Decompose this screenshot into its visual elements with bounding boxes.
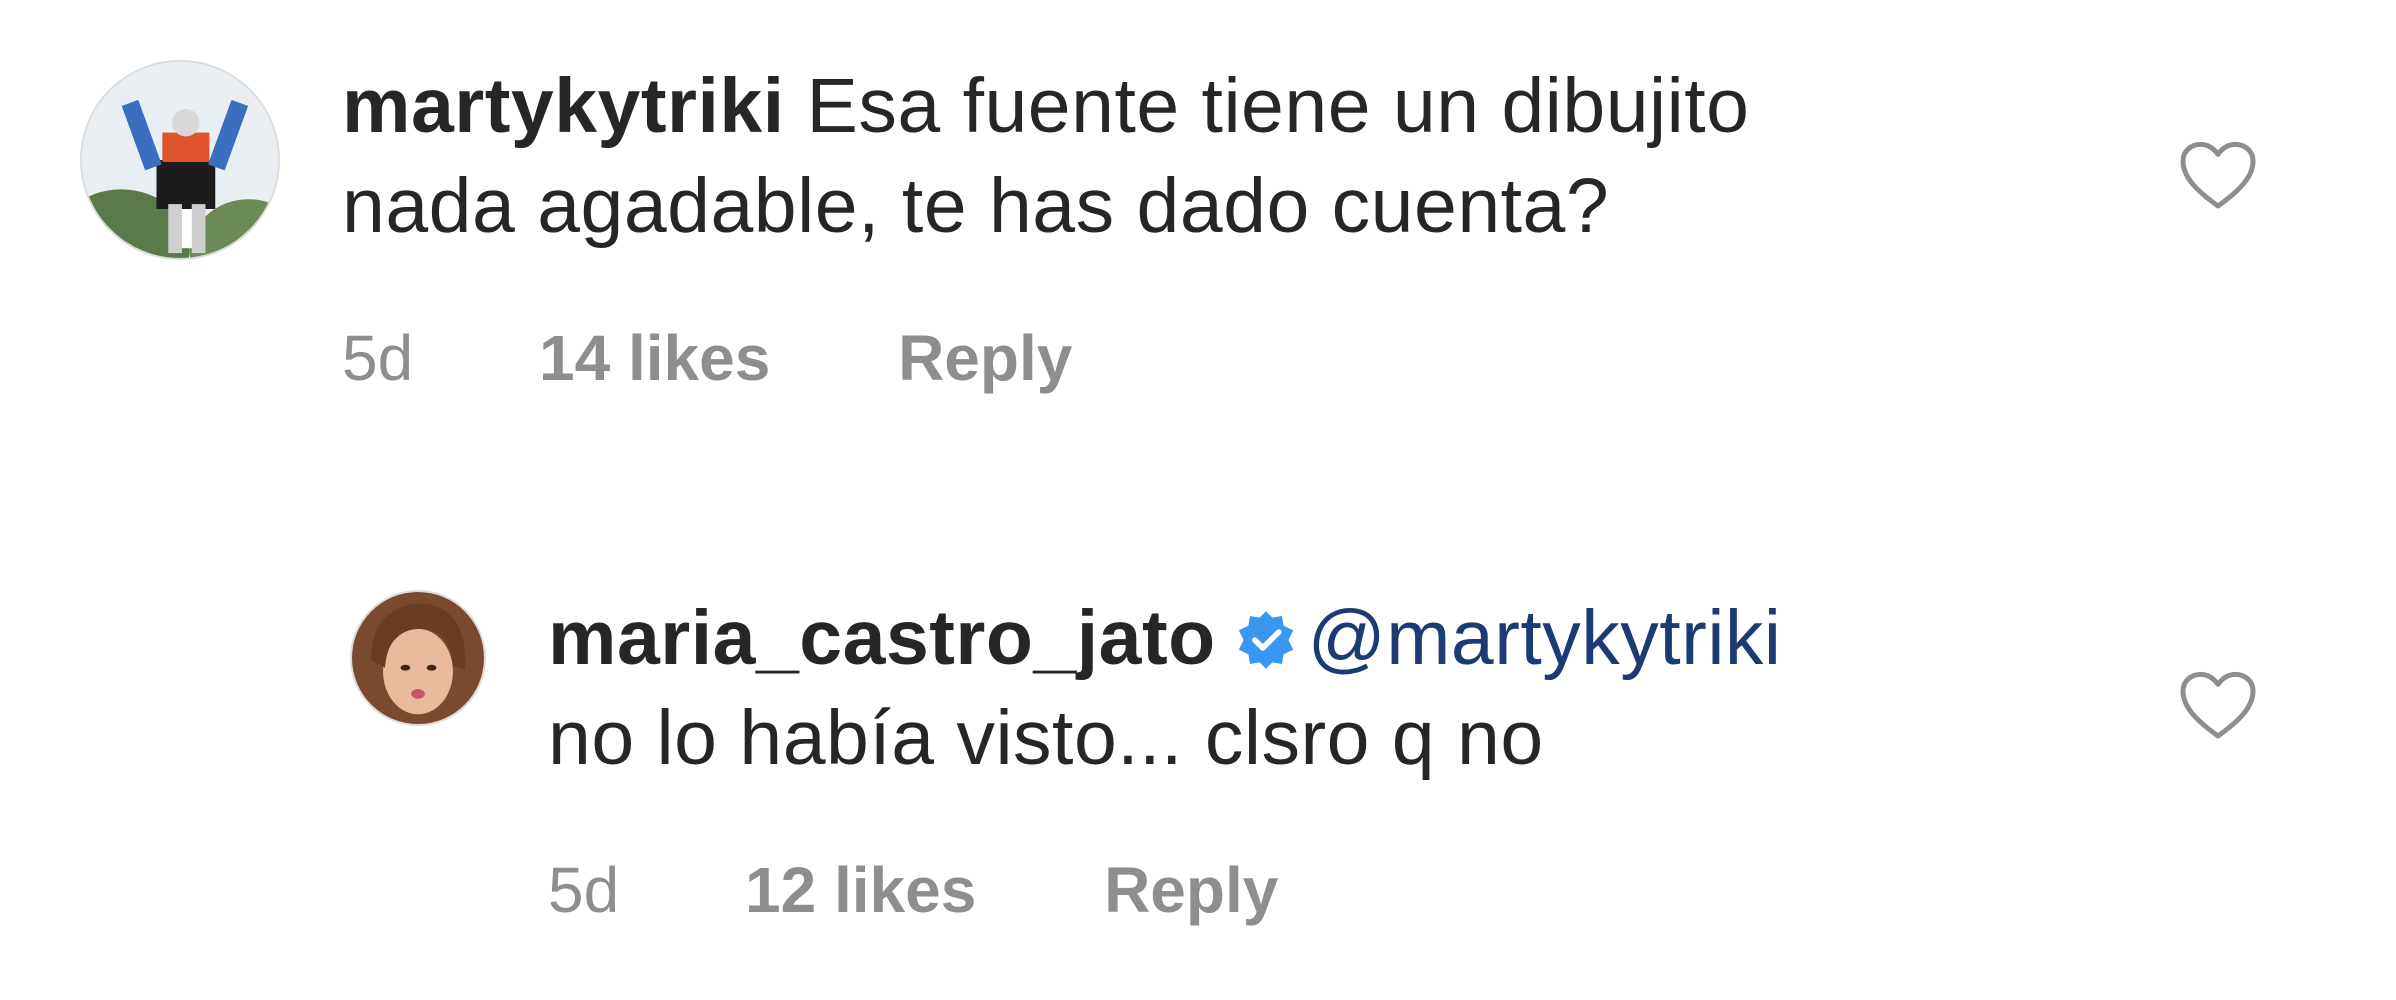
robot-statue-avatar-icon: [82, 62, 278, 258]
comment-text: martykytriki Esa fuente tiene un dibujit…: [342, 56, 2142, 256]
comment-body: no lo había visto... clsro q no: [548, 695, 1544, 781]
avatar[interactable]: [350, 590, 486, 726]
avatar[interactable]: [80, 60, 280, 260]
comment-username[interactable]: martykytriki: [342, 63, 785, 149]
comment-body-line1: Esa fuente tiene un dibujito: [806, 63, 1750, 149]
mention-link[interactable]: @martykytriki: [1308, 595, 1782, 681]
woman-portrait-avatar-icon: [352, 592, 484, 724]
reply-button[interactable]: Reply: [1104, 850, 1278, 930]
heart-outline-icon[interactable]: [2178, 666, 2258, 746]
heart-outline-icon[interactable]: [2178, 136, 2258, 216]
comment-timestamp: 5d: [548, 854, 620, 926]
comment-timestamp: 5d: [342, 322, 414, 394]
comment-meta: 5d 14 likes Reply: [342, 318, 1072, 398]
comment-likes[interactable]: 12 likes: [745, 850, 976, 930]
verified-badge-icon: [1234, 596, 1298, 669]
comment-body-line2: nada agadable, te has dado cuenta?: [342, 163, 1610, 249]
comment-meta: 5d 12 likes Reply: [548, 850, 1278, 930]
comment-text: maria_castro_jato @martykytriki no lo ha…: [548, 588, 2148, 788]
comment-username[interactable]: maria_castro_jato: [548, 595, 1216, 681]
reply-button[interactable]: Reply: [898, 318, 1072, 398]
comment-likes[interactable]: 14 likes: [539, 318, 770, 398]
